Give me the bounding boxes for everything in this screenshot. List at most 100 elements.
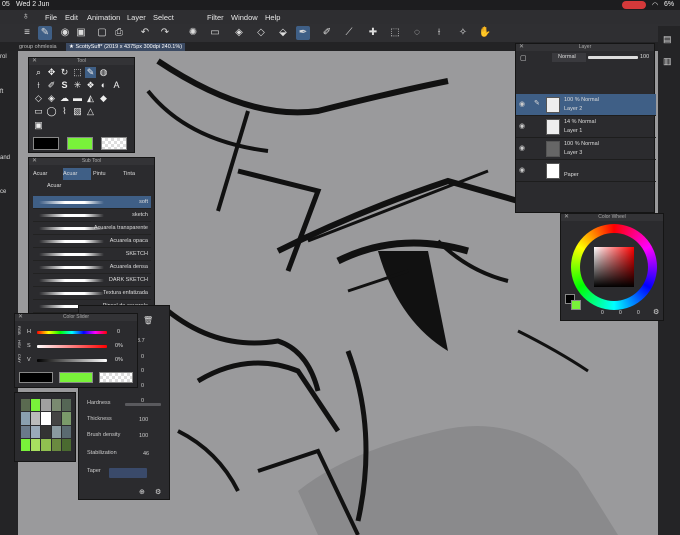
hue-ring[interactable] [571, 224, 657, 310]
save-icon[interactable]: ⎙ [112, 26, 126, 40]
color-chip[interactable] [51, 425, 61, 438]
color-mode-tab[interactable]: CMY [17, 354, 22, 363]
subtool-tab[interactable]: Acuar [33, 168, 61, 180]
property-stabilization[interactable]: Stabilization 46 [87, 450, 157, 462]
subtool-tab[interactable]: Pintu [93, 168, 121, 180]
undo-icon[interactable]: ↶ [138, 26, 152, 40]
color-chip[interactable] [61, 438, 71, 451]
color-chip[interactable] [61, 412, 71, 425]
menu-help[interactable]: Help [265, 13, 280, 22]
sub-color-swatch[interactable] [571, 300, 581, 310]
menu-layer[interactable]: Layer [127, 13, 146, 22]
transparent-swatch[interactable] [101, 137, 127, 150]
loading-icon[interactable]: ✺ [186, 26, 200, 40]
bucket-icon[interactable]: ⬙ [276, 26, 290, 40]
layer-row[interactable]: ◉ Paper [516, 160, 656, 182]
figure-tool-icon[interactable]: △ [85, 106, 96, 117]
airbrush-tool-icon[interactable]: ❖ [85, 80, 96, 91]
saturation-value-square[interactable] [594, 247, 634, 287]
close-icon[interactable]: ✕ [519, 44, 524, 51]
menu-animation[interactable]: Animation [87, 13, 120, 22]
brush-item[interactable]: DARK SKETCH [33, 274, 151, 287]
select-rect-icon[interactable]: ⬚ [388, 26, 402, 40]
close-icon[interactable]: ✕ [18, 314, 23, 321]
close-icon[interactable]: ✕ [564, 214, 569, 221]
zoom-tool-icon[interactable]: ⌕ [33, 67, 44, 78]
fill-tool-icon[interactable]: ◈ [46, 93, 57, 104]
close-icon[interactable]: ✕ [32, 158, 37, 165]
sparkle-tool-icon[interactable]: ✳ [72, 80, 83, 91]
left-dock-label[interactable]: ft [0, 89, 3, 95]
subtool-tab[interactable]: Acuar [63, 168, 91, 180]
property-taper[interactable]: Taper [87, 468, 157, 480]
sub-color-swatch[interactable] [67, 137, 93, 150]
settings-icon[interactable]: ⚙ [155, 488, 161, 496]
color-chip[interactable] [51, 399, 61, 412]
property-brush-density[interactable]: Brush density 100 [87, 432, 157, 444]
taper-control[interactable] [109, 468, 147, 478]
rotate-tool-icon[interactable]: ↻ [59, 67, 70, 78]
color-chip[interactable] [31, 412, 41, 425]
line-tool-icon[interactable]: ⌇ [59, 106, 70, 117]
left-dock-label[interactable]: ce [0, 189, 6, 195]
pen-tool-icon[interactable]: ✎ [85, 67, 96, 78]
layer-settings-icon[interactable]: ▢ [520, 54, 527, 62]
subtool-group-label[interactable]: Acuar [47, 183, 61, 189]
redo-icon[interactable]: ↷ [158, 26, 172, 40]
new-canvas-icon[interactable]: ▢ [95, 26, 109, 40]
menu-file[interactable]: File [45, 13, 57, 22]
layer-row[interactable]: ◉ 14 % Normal Layer 1 [516, 116, 656, 138]
blend-tool-icon[interactable]: ◐ [98, 80, 109, 91]
lasso-icon[interactable]: ◌ [410, 26, 424, 40]
preview-icon[interactable]: ▣ [74, 26, 88, 40]
blend-mode-select[interactable]: Normal [552, 53, 586, 62]
saturation-slider[interactable] [37, 345, 107, 348]
opacity-slider[interactable] [588, 56, 638, 59]
color-chip[interactable] [41, 438, 51, 451]
color-mode-tab[interactable]: HSV [17, 340, 22, 348]
edit-mode-icon[interactable]: ✎ [38, 26, 52, 40]
panel-icon[interactable]: ▥ [663, 56, 672, 67]
color-chip[interactable] [21, 399, 31, 412]
hamburger-menu-icon[interactable]: ≡ [20, 26, 34, 40]
brush-item[interactable]: Textura enfatizada [33, 287, 151, 300]
color-chip[interactable] [31, 438, 41, 451]
menu-window[interactable]: Window [231, 13, 258, 22]
hand-icon[interactable]: ✋ [478, 26, 492, 40]
shape-tool-icon[interactable]: ▬ [72, 93, 83, 104]
color-chip[interactable] [41, 399, 51, 412]
eye-icon[interactable]: ◉ [519, 122, 525, 130]
text-s-icon[interactable]: S [59, 80, 70, 91]
color-chip[interactable] [21, 425, 31, 438]
brush-item[interactable]: sketch [33, 209, 151, 222]
app-logo-icon[interactable]: ♁ [22, 11, 30, 22]
decoration-tool-icon[interactable]: ☁ [59, 93, 70, 104]
brush-item[interactable]: Acuarela opaca [33, 235, 151, 248]
settings-icon[interactable]: ▤ [663, 34, 672, 45]
sub-color-swatch[interactable] [59, 372, 93, 383]
trash-icon[interactable]: 🗑 [143, 316, 153, 325]
brush-icon[interactable]: ⟋ [342, 26, 356, 40]
left-dock-label[interactable]: and [0, 155, 10, 161]
marker-icon[interactable]: ✐ [320, 26, 334, 40]
eye-icon[interactable]: ◉ [519, 144, 525, 152]
settings-icon[interactable]: ⚙ [653, 308, 659, 316]
download-icon[interactable]: ⊕ [139, 488, 145, 496]
menu-select[interactable]: Select [153, 13, 174, 22]
balloon-tool-icon[interactable]: ◯ [46, 106, 57, 117]
frame-tool-icon[interactable]: ▭ [33, 106, 44, 117]
hue-slider[interactable] [37, 331, 107, 334]
color-chip[interactable] [61, 399, 71, 412]
color-set-grid[interactable] [21, 399, 71, 451]
transparent-swatch[interactable] [99, 372, 133, 383]
eye-icon[interactable]: ◉ [519, 100, 525, 108]
eyedropper-tool-icon[interactable]: ⟊ [33, 80, 44, 91]
select-tool-icon[interactable]: ⬚ [72, 67, 83, 78]
color-chip[interactable] [41, 412, 51, 425]
layer-row[interactable]: ◉ ✎ 100 % Normal Layer 2 [516, 94, 656, 116]
layer-row[interactable]: ◉ 100 % Normal Layer 3 [516, 138, 656, 160]
brush-item[interactable]: soft [33, 196, 151, 209]
color-chip[interactable] [61, 425, 71, 438]
eye-icon[interactable]: ◉ [519, 166, 525, 174]
fill-icon[interactable]: ◈ [232, 26, 246, 40]
